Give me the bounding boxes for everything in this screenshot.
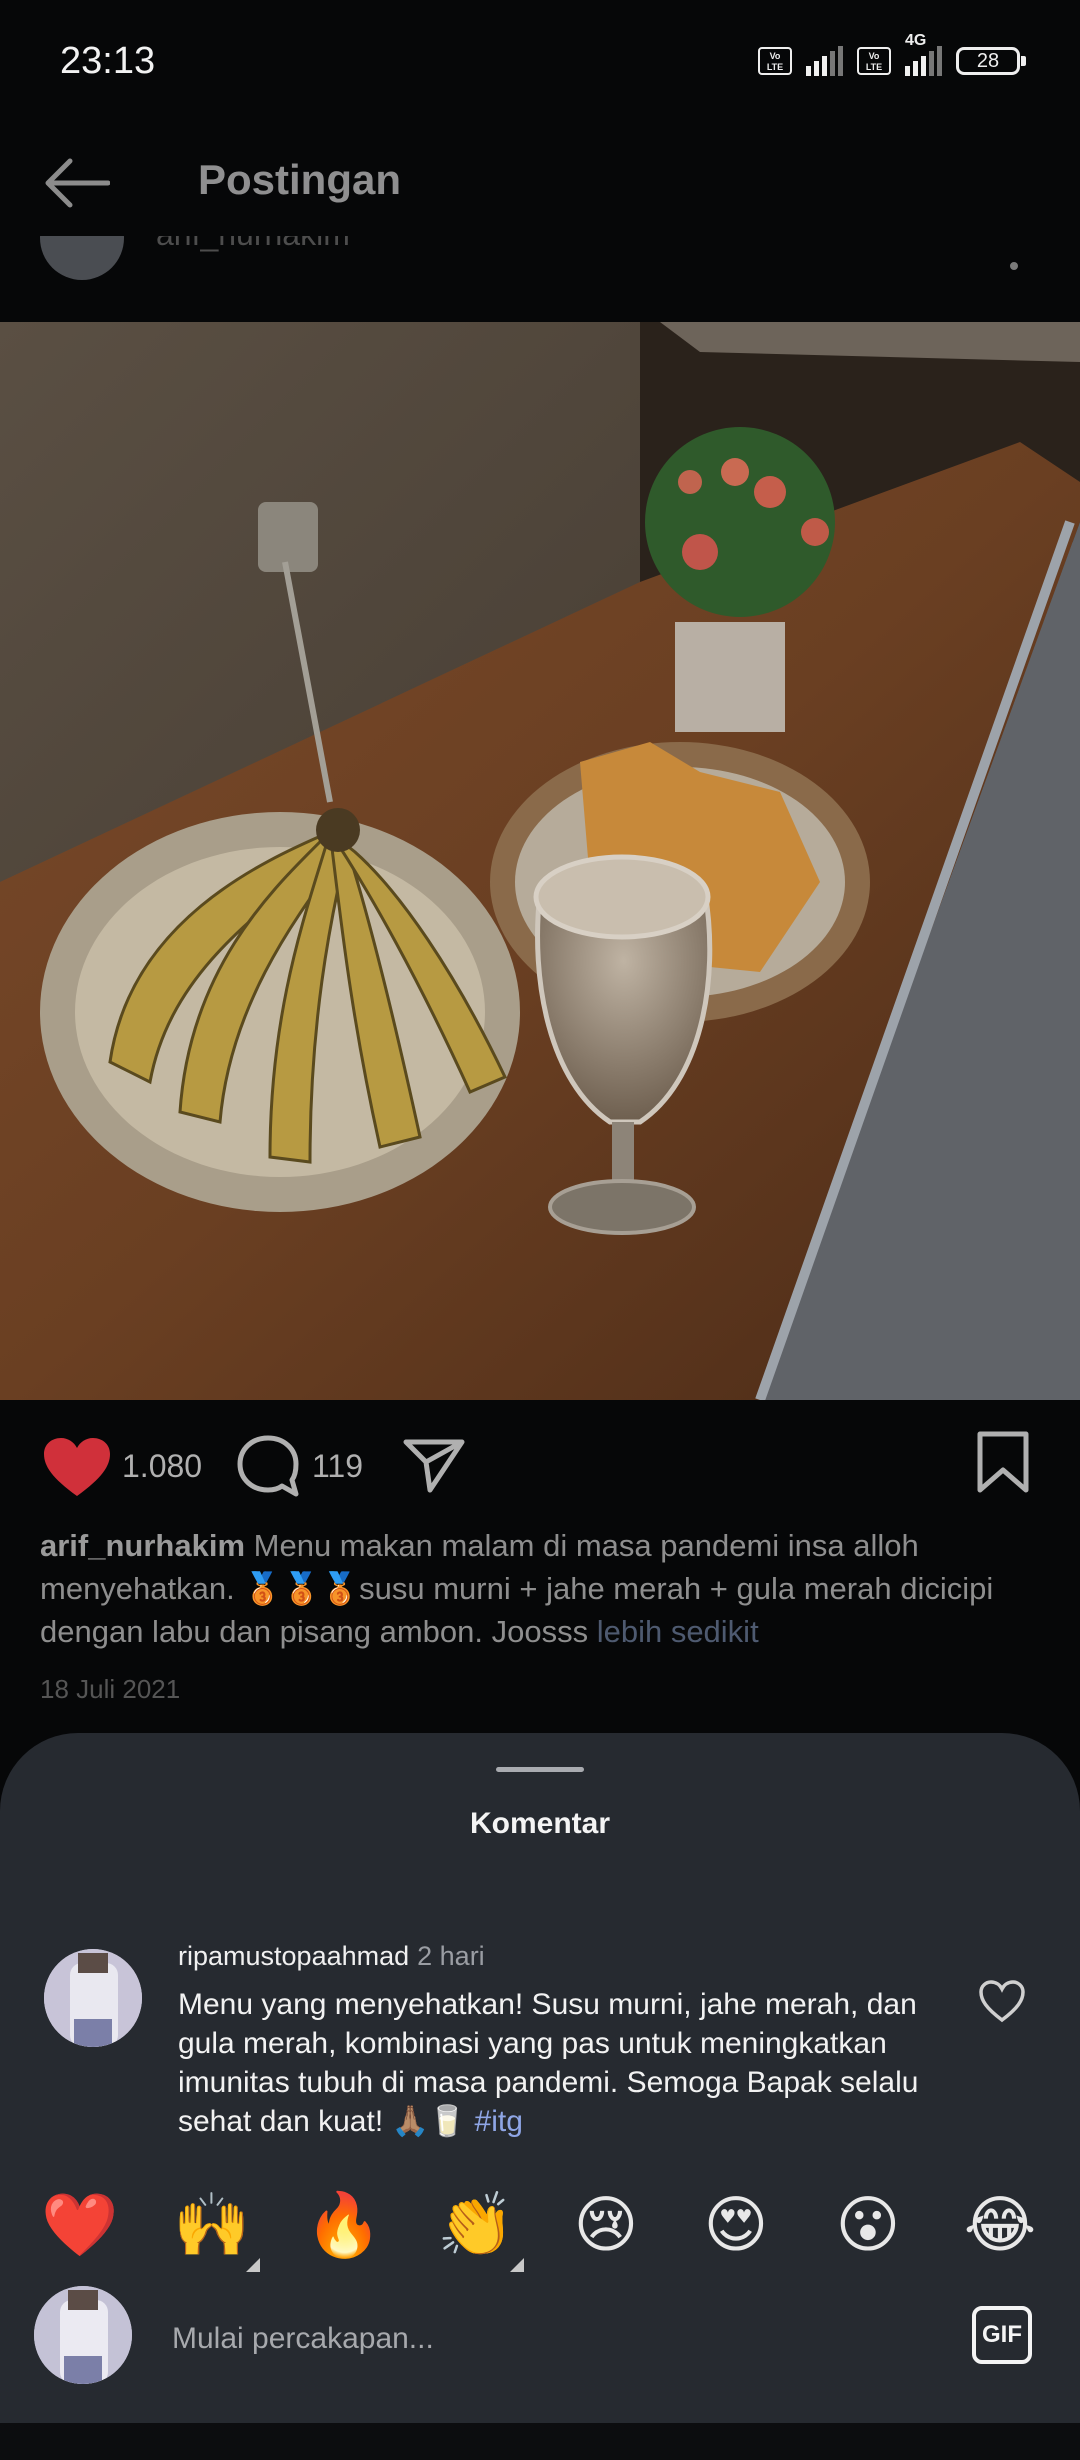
page-title: Postingan <box>198 156 402 203</box>
food-photo <box>0 322 1080 1400</box>
comments-sheet: Komentar ripamustopaahmad 2 hari Menu yan… <box>0 1733 1080 2460</box>
comment-meta: ripamustopaahmad 2 hari <box>178 1941 485 1972</box>
battery-icon: 28 <box>956 47 1026 75</box>
post-header: arif_nurhakim <box>40 236 1040 296</box>
volte-icon: Vo LTE <box>758 47 792 75</box>
emoji-raising-hands-glyph: 🙌 <box>173 2191 251 2260</box>
network-label: 4G <box>905 32 927 49</box>
post-author-avatar[interactable] <box>40 236 124 280</box>
emoji-crying[interactable]: 😢 <box>566 2186 646 2266</box>
comment-composer: GIF <box>0 2286 1080 2396</box>
post-date: 18 Juli 2021 <box>40 1674 181 1704</box>
quick-reaction-bar: ❤️ 🙌 🔥 👏 😢 😍 😮 😂 <box>0 2186 1080 2276</box>
status-icons: Vo LTE Vo LTE 4G 28 <box>758 32 1026 76</box>
comment-username[interactable]: ripamustopaahmad <box>178 1941 409 1971</box>
sheet-drag-handle[interactable] <box>496 1767 584 1772</box>
signal-4g-icon: 4G <box>905 32 942 76</box>
post-caption: arif_nurhakim Menu makan malam di masa p… <box>40 1524 1040 1653</box>
post-image[interactable] <box>0 322 1080 1400</box>
show-less-link[interactable]: lebih sedikit <box>597 1614 759 1649</box>
signal-icon <box>806 46 843 76</box>
system-nav-bar <box>0 2423 1080 2460</box>
share-icon[interactable] <box>402 1436 466 1494</box>
battery-level: 28 <box>976 50 1000 72</box>
emoji-fire[interactable]: 🔥 <box>304 2186 384 2266</box>
comment-text-block: Menu yang menyehatkan! Susu murni, jahe … <box>178 1985 938 2141</box>
comment-count[interactable]: 119 <box>312 1448 363 1485</box>
sheet-title: Komentar <box>469 1807 611 1840</box>
comment-input[interactable] <box>170 2316 934 2362</box>
like-count[interactable]: 1.080 <box>122 1448 202 1485</box>
arrow-left-icon[interactable] <box>44 158 110 208</box>
emoji-clapping[interactable]: 👏 <box>436 2186 524 2272</box>
my-avatar[interactable] <box>34 2286 132 2384</box>
emoji-heart-eyes[interactable]: 😍 <box>696 2186 776 2266</box>
emoji-surprised[interactable]: 😮 <box>828 2186 908 2266</box>
emoji-heart[interactable]: ❤️ <box>40 2186 120 2266</box>
commenter-avatar[interactable] <box>44 1949 142 2047</box>
comment-like-icon[interactable] <box>978 1979 1026 2023</box>
bookmark-icon[interactable] <box>976 1430 1030 1494</box>
comment-time: 2 hari <box>417 1941 485 1971</box>
emoji-laughing[interactable]: 😂 <box>960 2186 1040 2266</box>
emoji-raising-hands[interactable]: 🙌 <box>172 2186 260 2272</box>
comment-text: Menu yang menyehatkan! Susu murni, jahe … <box>178 1988 919 2138</box>
heart-filled-icon[interactable] <box>42 1436 112 1498</box>
gif-button[interactable]: GIF <box>972 2306 1032 2364</box>
skin-tone-indicator <box>510 2258 524 2272</box>
comment-hashtag[interactable]: #itg <box>475 2105 523 2138</box>
caption-username[interactable]: arif_nurhakim <box>40 1528 245 1563</box>
emoji-clapping-glyph: 👏 <box>437 2191 515 2260</box>
post-actions: 1.080 119 <box>0 1418 1080 1518</box>
status-time: 23:13 <box>60 40 156 82</box>
post-author-username[interactable]: arif_nurhakim <box>156 236 350 253</box>
skin-tone-indicator <box>246 2258 260 2272</box>
more-options-icon[interactable] <box>1010 262 1018 270</box>
volte-icon-2: Vo LTE <box>857 47 891 75</box>
comment-icon[interactable] <box>236 1434 300 1498</box>
